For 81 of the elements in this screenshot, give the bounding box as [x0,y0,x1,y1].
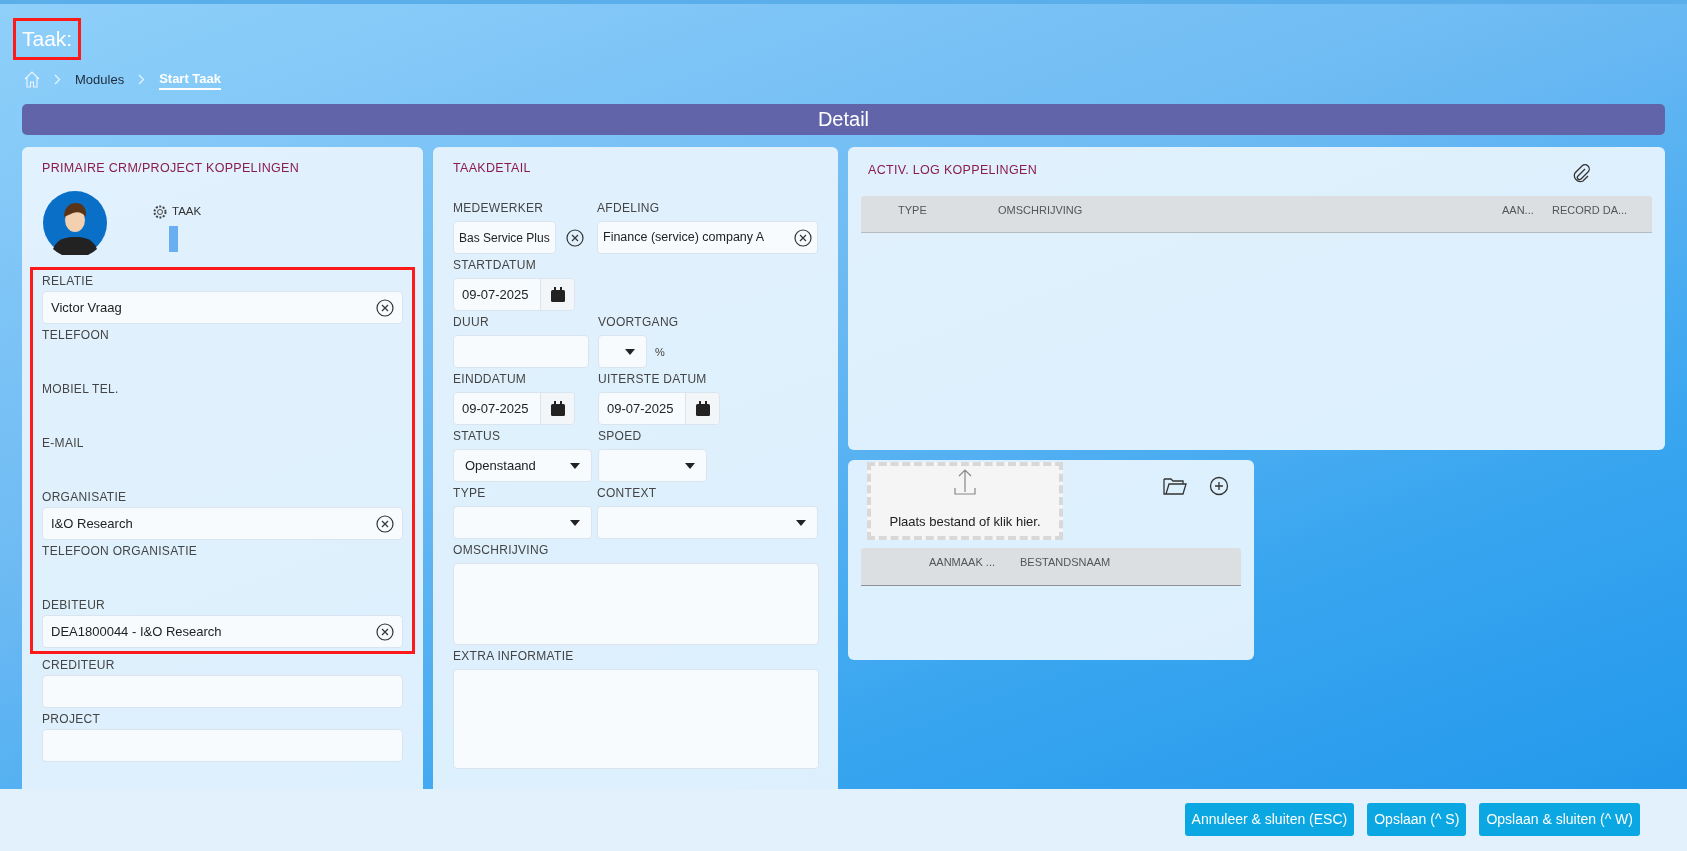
field-label: PROJECT [42,712,102,728]
column-header[interactable]: BESTANDSNAAM [1020,553,1111,570]
input-field[interactable] [42,729,403,763]
percent-suffix: % [655,344,665,360]
paperclip-icon[interactable] [1572,162,1590,183]
field-label: EXTRA INFORMATIE [453,649,575,665]
column-header[interactable]: AAN... [1502,201,1552,218]
field-label: DUUR [453,315,490,331]
field-label: TYPE [453,486,487,502]
column-header[interactable]: OMSCHRIJVING [998,201,1502,218]
lookup-field[interactable]: Victor Vraag [42,291,403,325]
calendar-button[interactable] [540,279,574,311]
textarea-field[interactable] [453,563,819,646]
lookup-field[interactable]: Bas Service Plus [453,221,556,255]
calendar-icon [550,287,565,303]
clear-icon[interactable] [376,622,394,641]
clear-icon[interactable] [565,228,584,247]
field-label: ORGANISATIE [42,490,128,506]
panel-title: ACTIV. LOG KOPPELINGEN [868,162,1037,180]
chevron-right-icon [54,74,61,85]
avatar-icon [43,191,107,256]
column-header[interactable]: TYPE [898,201,998,218]
input-field[interactable] [42,675,403,709]
select-field[interactable] [598,449,707,483]
caret-icon [570,462,580,469]
add-circle-icon[interactable] [1209,475,1229,496]
field-label: STARTDATUM [453,258,537,274]
date-field[interactable]: 09-07-2025 [598,392,720,426]
chevron-right-icon [138,74,146,85]
input-field[interactable] [453,335,589,369]
field-label: DEBITEUR [42,598,107,614]
field-label: UITERSTE DATUM [598,372,708,388]
date-field[interactable]: 09-07-2025 [453,278,575,312]
dropzone-text: Plaats bestand of klik hier. [889,513,1041,531]
field-label: AFDELING [597,201,661,217]
clear-icon[interactable] [376,298,394,317]
lookup-field[interactable]: Finance (service) company A [597,221,818,255]
calendar-button[interactable] [540,393,574,425]
textarea-field[interactable] [453,669,819,770]
field-label: OMSCHRIJVING [453,543,550,559]
date-field[interactable]: 09-07-2025 [453,392,575,426]
field-label: VOORTGANG [598,315,679,331]
field-label: RELATIE [42,274,95,290]
select-field[interactable] [598,335,647,369]
lookup-field[interactable]: DEA1800044 - I&O Research [42,615,403,649]
detail-bar: Detail [22,103,1665,135]
upload-icon [953,467,977,496]
folder-icon[interactable] [1163,475,1187,496]
tab-indicator [169,225,179,252]
field-label: STATUS [453,429,502,445]
select-field[interactable] [597,506,818,540]
field-label: CREDITEUR [42,658,116,674]
select-field[interactable]: Openstaand [453,449,592,483]
field-label: EINDDATUM [453,372,528,388]
field-label: TELEFOON [42,328,111,344]
caret-icon [625,348,635,355]
select-field[interactable] [453,506,592,540]
dropzone[interactable]: Plaats bestand of klik hier. [867,461,1063,540]
column-header[interactable]: RECORD DA... [1552,201,1652,218]
clear-icon[interactable] [794,228,812,247]
lookup-field[interactable]: I&O Research [42,507,403,541]
field-label: CONTEXT [597,486,658,502]
gear-icon [152,203,168,220]
field-label: SPOED [598,429,643,445]
tab-label[interactable]: TAAK [172,203,202,221]
caret-icon [796,519,806,526]
calendar-icon [550,401,565,417]
field-label: MOBIEL TEL. [42,382,120,398]
field-label: E-MAIL [42,436,85,452]
page-title: Taak: [13,18,82,60]
caret-icon [685,462,695,469]
panel-title: PRIMAIRE CRM/PROJECT KOPPELINGEN [42,159,301,177]
caret-icon [570,519,580,526]
column-header[interactable]: AANMAAK ... [929,553,1020,570]
calendar-icon [695,401,710,417]
clear-icon[interactable] [376,514,394,533]
breadcrumb-link[interactable]: Modules [75,69,125,90]
panel-title: TAAKDETAIL [453,159,532,177]
field-label: MEDEWERKER [453,201,545,217]
calendar-button[interactable] [685,393,719,425]
field-label: TELEFOON ORGANISATIE [42,544,199,560]
